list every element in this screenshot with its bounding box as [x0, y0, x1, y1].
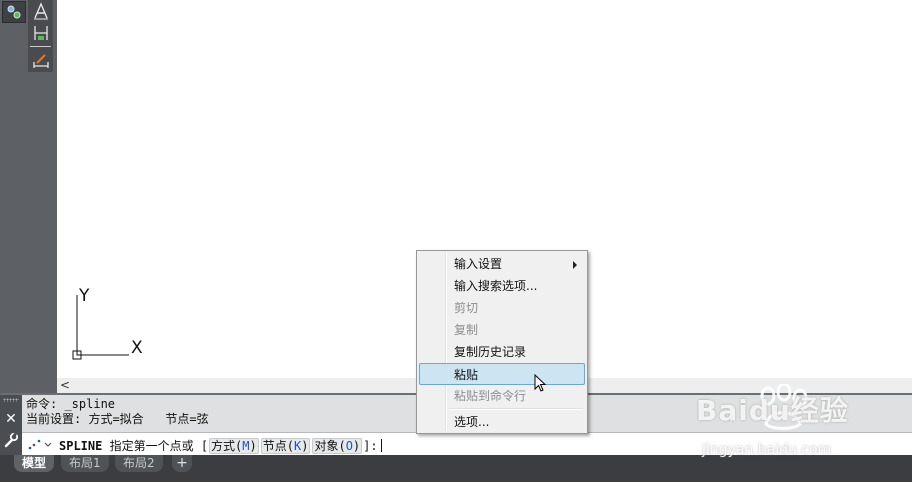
history-line: 当前设置: 方式=拟合 节点=弦	[26, 412, 209, 426]
left-toolbar-panel	[0, 0, 57, 393]
table-style-icon	[33, 54, 49, 68]
history-line: 命令: _spline	[26, 397, 116, 411]
dimension-style-button[interactable]	[31, 23, 51, 43]
menu-item-copy[interactable]: 复制	[419, 319, 585, 341]
menu-item-input-search-options[interactable]: 输入搜索选项...	[419, 275, 585, 297]
ucs-y-label: Y	[79, 286, 90, 306]
ucs-x-label: X	[131, 338, 143, 358]
layout-tabs-bar: 模型 布局1 布局2 +	[0, 455, 912, 482]
toolstrip-divider	[30, 46, 51, 47]
option-knots[interactable]: 节点(K)	[260, 438, 311, 454]
menu-item-input-settings[interactable]: 输入设置	[419, 253, 585, 275]
layer-states-button[interactable]	[2, 1, 26, 23]
text-caret	[380, 439, 382, 452]
text-style-button[interactable]	[31, 1, 51, 21]
menu-item-options[interactable]: 选项...	[419, 411, 585, 433]
command-input[interactable]: SPLINE 指定第一个点或 [方式(M) 节点(K) 对象(O)]:	[22, 432, 912, 456]
scroll-left-arrow[interactable]: <	[60, 378, 72, 393]
option-method[interactable]: 方式(M)	[209, 438, 259, 454]
dimension-toolstrip	[28, 0, 53, 72]
prompt-end: ]:	[363, 439, 378, 453]
wrench-icon[interactable]	[3, 432, 19, 448]
menu-item-copy-history[interactable]: 复制历史记录	[419, 341, 585, 363]
submenu-arrow-icon	[573, 261, 577, 269]
command-name: SPLINE	[59, 439, 103, 453]
command-history: 命令: _spline 当前设置: 方式=拟合 节点=弦	[26, 397, 209, 427]
menu-item-cut[interactable]: 剪切	[419, 297, 585, 319]
context-menu: 输入设置 输入搜索选项... 剪切 复制 复制历史记录 粘贴 粘贴到命令行 选项…	[416, 250, 588, 434]
layer-icon	[7, 5, 21, 19]
mouse-pointer-icon	[534, 374, 547, 392]
table-style-button[interactable]	[31, 50, 51, 70]
command-prompt-icon[interactable]	[26, 437, 54, 451]
command-prompt: SPLINE 指定第一个点或 [方式(M) 节点(K) 对象(O)]:	[59, 437, 382, 454]
add-layout-button[interactable]: +	[172, 455, 192, 472]
close-icon[interactable]: ✕	[4, 411, 18, 427]
command-window-grip[interactable]: ✕	[0, 395, 22, 455]
tab-layout2[interactable]: 布局2	[115, 455, 163, 472]
text-style-icon	[34, 2, 48, 20]
grip-handle[interactable]	[3, 398, 19, 402]
dimension-style-icon	[34, 26, 48, 40]
tab-layout1[interactable]: 布局1	[61, 455, 109, 472]
tab-model[interactable]: 模型	[14, 455, 55, 472]
menu-separator	[449, 408, 583, 410]
menu-item-paste[interactable]: 粘贴	[419, 363, 585, 385]
prompt-text: 指定第一个点或 [	[109, 439, 209, 453]
menu-item-paste-to-cmdline[interactable]: 粘贴到命令行	[419, 385, 585, 407]
option-object[interactable]: 对象(O)	[312, 438, 363, 454]
